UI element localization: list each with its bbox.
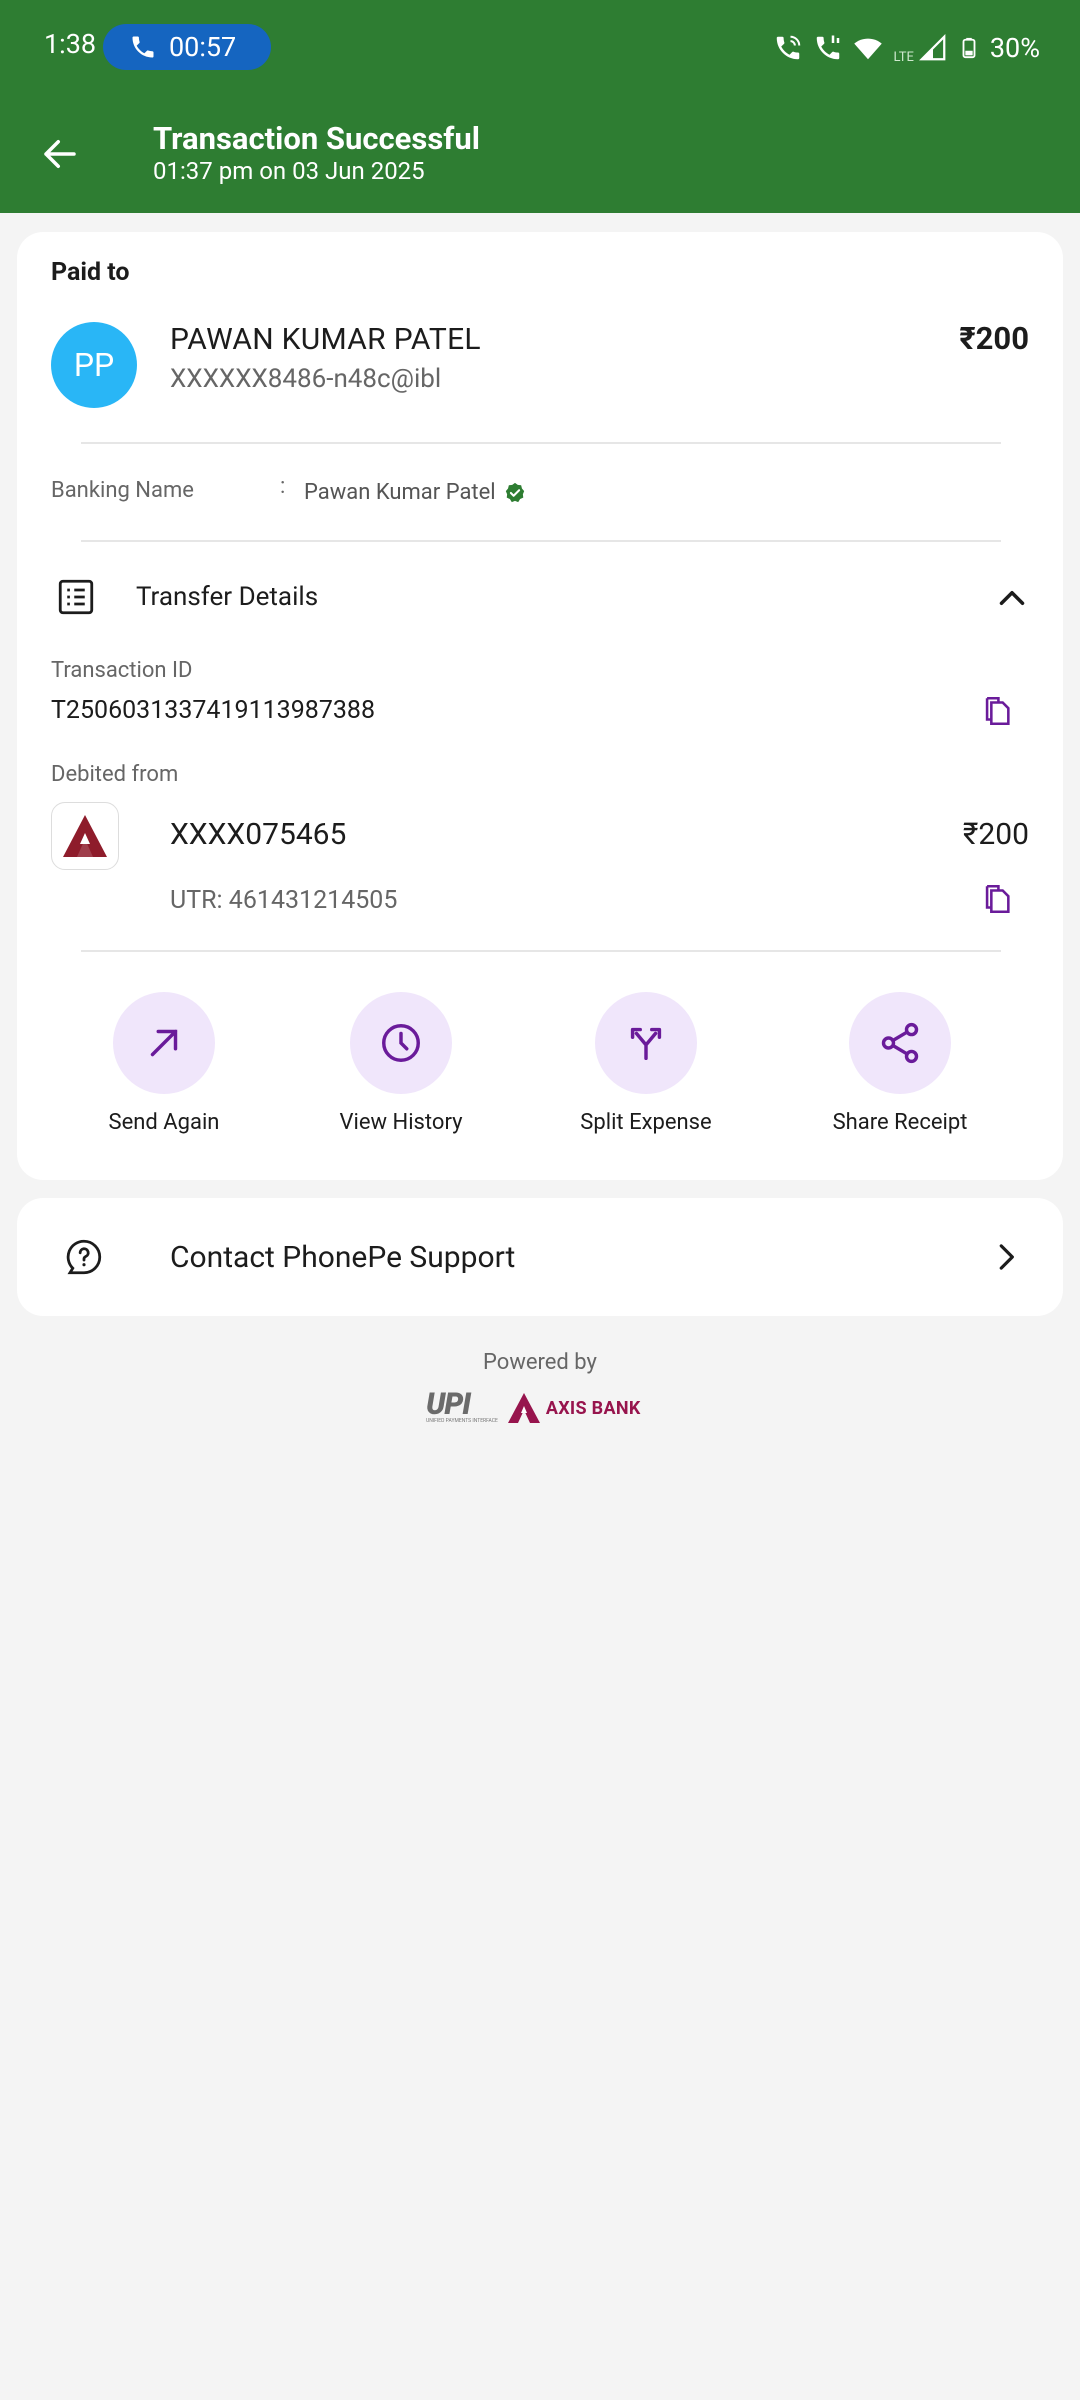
wifi-icon (854, 38, 883, 60)
signal-icon (918, 34, 946, 61)
contact-support-label: Contact PhonePe Support (170, 1240, 516, 1275)
split-expense-button[interactable]: Split Expense (546, 992, 746, 1135)
help-chat-icon (66, 1239, 102, 1275)
status-time: 1:38 (44, 28, 97, 60)
paid-amount: ₹200 (959, 320, 1029, 357)
upi-logo-text: UPI (426, 1387, 471, 1422)
battery-icon (962, 37, 976, 59)
chevron-right-icon (999, 1244, 1014, 1270)
utr-number: UTR: 461431214505 (170, 886, 398, 915)
paid-to-label: Paid to (51, 258, 130, 287)
split-icon (630, 1027, 662, 1061)
split-expense-label: Split Expense (580, 1110, 712, 1135)
view-history-button[interactable]: View History (301, 992, 501, 1135)
copy-utr-icon[interactable] (980, 882, 1014, 916)
axis-bank-logo: AXIS BANK (506, 1392, 641, 1424)
payee-name: PAWAN KUMAR PATEL (170, 322, 481, 357)
battery-percent: 30% (989, 32, 1040, 64)
banking-name-label: Banking Name (51, 478, 194, 503)
copy-transaction-id-icon[interactable] (980, 694, 1014, 728)
payee-avatar: PP (51, 322, 137, 408)
arrow-up-right-icon (150, 1029, 178, 1057)
share-receipt-button[interactable]: Share Receipt (800, 992, 1000, 1135)
divider (81, 442, 1001, 444)
axis-bank-text: AXIS BANK (545, 1397, 641, 1419)
share-icon (881, 1022, 919, 1064)
upi-logo-subtext: UNIFIED PAYMENTS INTERFACE (426, 1418, 498, 1424)
phone-icon (132, 36, 154, 58)
status-icons: LTE 30% (773, 28, 1040, 68)
transfer-details-label: Transfer Details (136, 582, 319, 612)
transaction-id-value: T2506031337419113987388 (51, 696, 376, 725)
divider (81, 950, 1001, 952)
banking-name-value-row: Pawan Kumar Patel (304, 480, 526, 505)
share-receipt-label: Share Receipt (832, 1110, 968, 1135)
axis-bank-mark-icon (507, 1393, 540, 1423)
banking-name-value: Pawan Kumar Patel (304, 480, 496, 505)
page-title: Transaction Successful (153, 120, 480, 157)
quick-actions: Send Again View History Split Expense Sh… (17, 992, 1063, 1152)
app-header: 1:38 00:57 LTE 30% Transaction Successfu… (0, 0, 1080, 213)
send-again-button[interactable]: Send Again (64, 992, 264, 1135)
send-again-label: Send Again (108, 1110, 220, 1135)
transaction-card: Paid to PP PAWAN KUMAR PATEL XXXXXX8486-… (17, 232, 1063, 1180)
arrow-left-icon (44, 140, 76, 168)
transaction-datetime: 01:37 pm on 03 Jun 2025 (153, 157, 425, 185)
divider (81, 540, 1001, 542)
bank-logo (51, 802, 119, 870)
banking-name-separator: : (280, 474, 286, 499)
partner-logos: UPI UNIFIED PAYMENTS INTERFACE AXIS BANK (426, 1390, 656, 1426)
upi-logo: UPI UNIFIED PAYMENTS INTERFACE (426, 1387, 498, 1425)
debit-amount: ₹200 (962, 817, 1029, 852)
receipt-list-icon (58, 579, 94, 615)
clock-icon (382, 1024, 420, 1062)
axis-bank-logo-icon (63, 815, 107, 857)
debited-from-label: Debited from (51, 762, 179, 787)
transaction-id-label: Transaction ID (51, 658, 193, 683)
network-type: LTE (893, 49, 914, 65)
back-button[interactable] (30, 124, 90, 184)
view-history-label: View History (339, 1110, 463, 1135)
powered-by-label: Powered by (483, 1350, 597, 1375)
chevron-up-icon[interactable] (991, 577, 1033, 619)
wifi-calling-icon (777, 35, 801, 60)
contact-support-row[interactable]: Contact PhonePe Support (17, 1198, 1063, 1316)
volte-call-icon (817, 35, 840, 60)
payee-vpa: XXXXXX8486-n48c@ibl (170, 364, 442, 394)
verified-badge-icon (505, 482, 524, 502)
debit-account-number: XXXX075465 (170, 817, 347, 852)
ongoing-call-chip[interactable]: 00:57 (103, 24, 271, 70)
call-timer: 00:57 (169, 31, 237, 63)
